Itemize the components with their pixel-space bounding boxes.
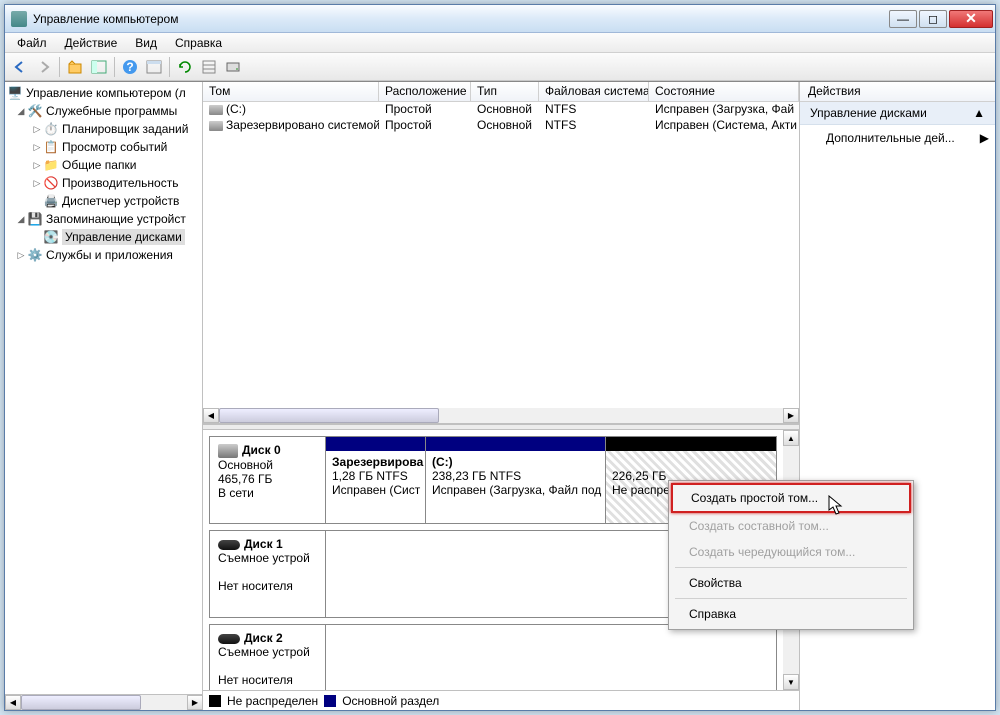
menu-properties[interactable]: Свойства (671, 570, 911, 596)
menu-help[interactable]: Справка (671, 601, 911, 627)
volume-row[interactable]: (C:) Простой Основной NTFS Исправен (Заг… (203, 102, 799, 118)
scroll-left-icon[interactable]: ◀ (203, 408, 219, 423)
tree-panel[interactable]: 🖥️Управление компьютером (л ◢🛠️Служебные… (5, 82, 203, 694)
minimize-button[interactable]: — (889, 10, 917, 28)
partition-bar (326, 437, 425, 451)
menu-action[interactable]: Действие (57, 34, 126, 52)
menu-create-simple-volume[interactable]: Создать простой том... (671, 483, 911, 513)
window-title: Управление компьютером (33, 12, 887, 26)
actions-header: Действия (800, 82, 995, 102)
menu-file[interactable]: Файл (9, 34, 55, 52)
partition-bar (606, 437, 776, 451)
col-volume[interactable]: Том (203, 82, 379, 101)
tree-disk-management[interactable]: 💽Управление дисками (5, 228, 202, 246)
menu-create-striped-volume: Создать чередующийся том... (671, 539, 911, 565)
menu-help[interactable]: Справка (167, 34, 230, 52)
menu-view[interactable]: Вид (127, 34, 165, 52)
disk-2[interactable]: Диск 2 Съемное устрой Нет носителя (209, 624, 777, 690)
partition-bar (426, 437, 605, 451)
volumes-hscroll[interactable]: ◀ ▶ (203, 408, 799, 424)
tree-devmgr[interactable]: 🖨️Диспетчер устройств (5, 192, 202, 210)
svg-text:?: ? (126, 60, 133, 74)
scroll-thumb[interactable] (219, 408, 439, 423)
tree-shared[interactable]: ▷📁Общие папки (5, 156, 202, 174)
partition-c[interactable]: (C:) 238,23 ГБ NTFS Исправен (Загрузка, … (426, 437, 606, 523)
actions-more[interactable]: Дополнительные дей... ▶ (800, 125, 995, 151)
up-button[interactable] (64, 56, 86, 78)
disk-icon[interactable] (222, 56, 244, 78)
tree-root[interactable]: 🖥️Управление компьютером (л (5, 84, 202, 102)
scroll-down-icon[interactable]: ▼ (783, 674, 799, 690)
help-button[interactable]: ? (119, 56, 141, 78)
scroll-left-icon[interactable]: ◀ (5, 695, 21, 710)
forward-button[interactable] (33, 56, 55, 78)
app-icon (11, 11, 27, 27)
actions-section[interactable]: Управление дисками ▲ (800, 102, 995, 125)
collapse-icon[interactable]: ▲ (973, 106, 985, 120)
scroll-right-icon[interactable]: ▶ (783, 408, 799, 423)
col-type[interactable]: Тип (471, 82, 539, 101)
menubar: Файл Действие Вид Справка (5, 33, 995, 53)
legend-primary-icon (324, 695, 336, 707)
maximize-button[interactable]: ◻ (919, 10, 947, 28)
volume-list[interactable]: (C:) Простой Основной NTFS Исправен (Заг… (203, 102, 799, 408)
volume-header: Том Расположение Тип Файловая система Со… (203, 82, 799, 102)
volume-icon (209, 121, 223, 131)
volume-icon (209, 105, 223, 115)
legend-unallocated-icon (209, 695, 221, 707)
removable-icon (218, 540, 240, 550)
list-icon[interactable] (198, 56, 220, 78)
col-layout[interactable]: Расположение (379, 82, 471, 101)
disk-icon (218, 444, 238, 458)
refresh-icon[interactable] (174, 56, 196, 78)
volume-row[interactable]: Зарезервировано системой Простой Основно… (203, 118, 799, 134)
show-hide-tree-button[interactable] (88, 56, 110, 78)
titlebar[interactable]: Управление компьютером — ◻ ✕ (5, 5, 995, 33)
legend: Не распределен Основной раздел (203, 690, 799, 710)
tree-events[interactable]: ▷📋Просмотр событий (5, 138, 202, 156)
tree-hscroll[interactable]: ◀ ▶ (5, 694, 203, 710)
removable-icon (218, 634, 240, 644)
tree-scheduler[interactable]: ▷⏱️Планировщик заданий (5, 120, 202, 138)
scroll-up-icon[interactable]: ▲ (783, 430, 799, 446)
col-status[interactable]: Состояние (649, 82, 799, 101)
close-button[interactable]: ✕ (949, 10, 993, 28)
scroll-right-icon[interactable]: ▶ (187, 695, 203, 710)
scroll-thumb[interactable] (21, 695, 141, 710)
partition-reserved[interactable]: Зарезервирова 1,28 ГБ NTFS Исправен (Сис… (326, 437, 426, 523)
settings-icon[interactable] (143, 56, 165, 78)
menu-create-spanned-volume: Создать составной том... (671, 513, 911, 539)
context-menu: Создать простой том... Создать составной… (668, 480, 914, 630)
col-fs[interactable]: Файловая система (539, 82, 649, 101)
tree-storage[interactable]: ◢💾Запоминающие устройст (5, 210, 202, 228)
back-button[interactable] (9, 56, 31, 78)
tree-system-tools[interactable]: ◢🛠️Служебные программы (5, 102, 202, 120)
tree-perf[interactable]: ▷🚫Производительность (5, 174, 202, 192)
chevron-right-icon: ▶ (980, 131, 989, 145)
tree-services[interactable]: ▷⚙️Службы и приложения (5, 246, 202, 264)
toolbar: ? (5, 53, 995, 81)
